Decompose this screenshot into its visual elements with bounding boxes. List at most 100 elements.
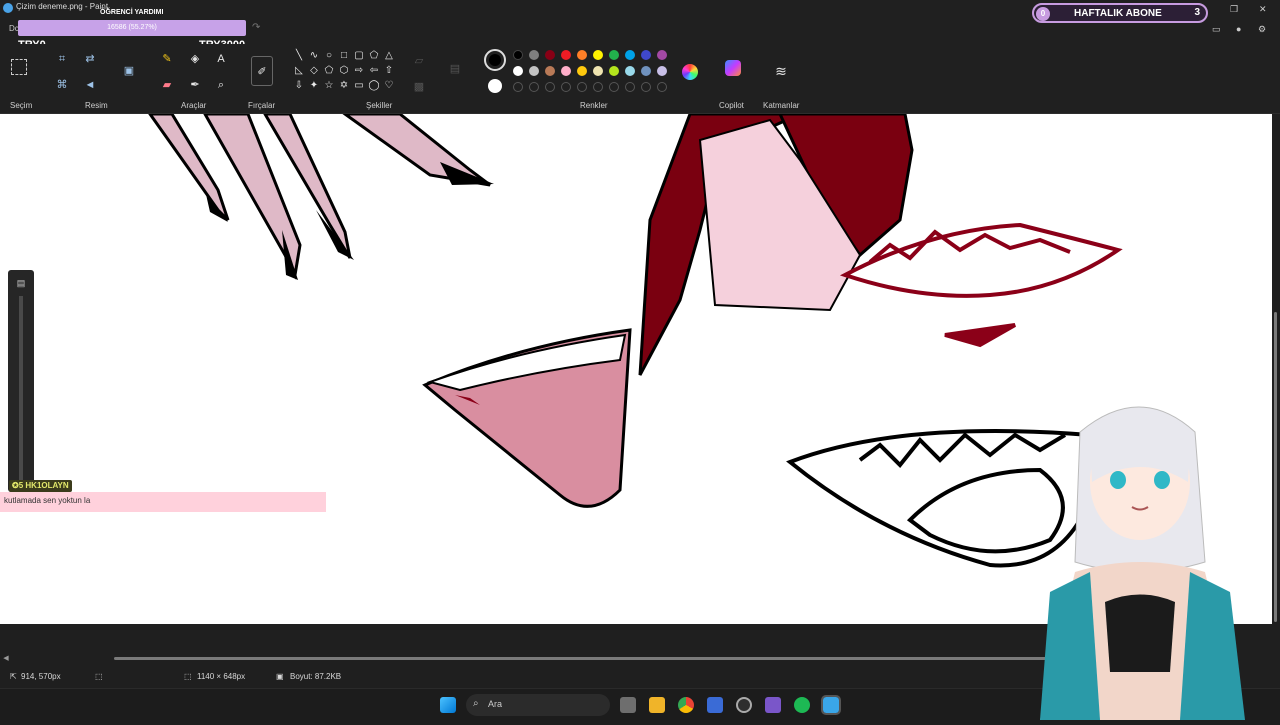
obs-icon[interactable] bbox=[736, 697, 752, 713]
shape-style-icon[interactable]: ▤ bbox=[448, 62, 462, 76]
scroll-left-icon[interactable]: ◀ bbox=[2, 652, 10, 662]
pencil-icon[interactable]: ✎ bbox=[160, 52, 174, 66]
right-arrow-shape-icon[interactable]: ⇨ bbox=[353, 65, 365, 77]
down-arrow-shape-icon[interactable]: ⇩ bbox=[293, 80, 305, 92]
custom-color-slot-2[interactable] bbox=[545, 82, 555, 92]
custom-color-slot-3[interactable] bbox=[561, 82, 571, 92]
custom-color-slot-0[interactable] bbox=[513, 82, 523, 92]
custom-color-slot-7[interactable] bbox=[625, 82, 635, 92]
color-light-swatch-6[interactable] bbox=[609, 66, 619, 76]
color-swatch-3[interactable] bbox=[561, 50, 571, 60]
custom-color-slot-6[interactable] bbox=[609, 82, 619, 92]
zoom-slider-handle-icon[interactable]: ▤ bbox=[14, 276, 28, 290]
rectangle-shape-icon[interactable]: □ bbox=[338, 50, 350, 62]
task-view-icon[interactable] bbox=[620, 697, 636, 713]
copilot-icon[interactable] bbox=[725, 60, 741, 76]
triangle-shape-icon[interactable]: △ bbox=[383, 50, 395, 62]
primary-color-ring[interactable] bbox=[484, 49, 506, 71]
zoom-track[interactable] bbox=[19, 296, 23, 486]
color-light-swatch-7[interactable] bbox=[625, 66, 635, 76]
goal-label: HAFTALIK ABONE bbox=[1074, 8, 1162, 19]
secondary-color[interactable] bbox=[488, 79, 502, 93]
diamond-shape-icon[interactable]: ◇ bbox=[308, 65, 320, 77]
color-light-swatch-9[interactable] bbox=[657, 66, 667, 76]
canvas-size-icon: ⬚ bbox=[184, 672, 192, 681]
fill-icon[interactable]: ◈ bbox=[188, 52, 202, 66]
select-icon[interactable] bbox=[11, 59, 27, 75]
color-swatch-9[interactable] bbox=[657, 50, 667, 60]
outline-icon[interactable]: ▱ bbox=[412, 54, 426, 68]
chat-message: kutlamada sen yoktun la bbox=[0, 492, 326, 512]
color-swatch-2[interactable] bbox=[545, 50, 555, 60]
chrome-icon[interactable] bbox=[678, 697, 694, 713]
custom-color-slot-9[interactable] bbox=[657, 82, 667, 92]
layers-icon[interactable]: ≋ bbox=[774, 64, 788, 78]
four-star-shape-icon[interactable]: ✦ bbox=[308, 80, 320, 92]
color-light-swatch-2[interactable] bbox=[545, 66, 555, 76]
rounded-rect-shape-icon[interactable]: ▢ bbox=[353, 50, 365, 62]
custom-color-slot-5[interactable] bbox=[593, 82, 603, 92]
color-light-swatch-4[interactable] bbox=[577, 66, 587, 76]
polygon-shape-icon[interactable]: ⬠ bbox=[368, 50, 380, 62]
pentagon-shape-icon[interactable]: ⬠ bbox=[323, 65, 335, 77]
custom-color-slot-1[interactable] bbox=[529, 82, 539, 92]
restore-icon[interactable]: ❐ bbox=[1230, 4, 1238, 15]
close-icon[interactable]: ✕ bbox=[1259, 4, 1267, 15]
color-swatch-0[interactable] bbox=[513, 50, 523, 60]
color-swatch-6[interactable] bbox=[609, 50, 619, 60]
color-picker-icon[interactable]: ✒ bbox=[188, 78, 202, 92]
color-swatch-4[interactable] bbox=[577, 50, 587, 60]
oval-shape-icon[interactable]: ○ bbox=[323, 50, 335, 62]
crop-icon[interactable]: ⌗ bbox=[55, 52, 69, 66]
brush-icon[interactable]: ✐ bbox=[251, 56, 273, 86]
five-star-shape-icon[interactable]: ☆ bbox=[323, 80, 335, 92]
account-icon[interactable]: ● bbox=[1236, 24, 1241, 34]
color-light-swatch-1[interactable] bbox=[529, 66, 539, 76]
taskbar-search[interactable]: ⌕ Ara bbox=[466, 694, 610, 716]
callout-rect-shape-icon[interactable]: ▭ bbox=[353, 80, 365, 92]
feedback-icon[interactable]: ▭ bbox=[1212, 24, 1221, 35]
horizontal-scrollbar[interactable] bbox=[114, 657, 1114, 660]
edit-colors-icon[interactable] bbox=[682, 64, 698, 80]
color-light-swatch-3[interactable] bbox=[561, 66, 571, 76]
callout-oval-shape-icon[interactable]: ◯ bbox=[368, 80, 380, 92]
paint-icon[interactable] bbox=[821, 695, 841, 715]
color-swatch-1[interactable] bbox=[529, 50, 539, 60]
resize-icon[interactable]: ⇄ bbox=[83, 52, 97, 66]
up-arrow-shape-icon[interactable]: ⇧ bbox=[383, 65, 395, 77]
line-shape-icon[interactable]: ╲ bbox=[293, 50, 305, 62]
ribbon-toolbar: Seçim ⌗ ⇄ ⌘ ◄ ▣ Resim ✎ ◈ A ▰ ✒ ⌕ Araçla… bbox=[0, 44, 1280, 114]
curve-shape-icon[interactable]: ∿ bbox=[308, 50, 320, 62]
color-swatch-8[interactable] bbox=[641, 50, 651, 60]
custom-color-slot-4[interactable] bbox=[577, 82, 587, 92]
fill-shape-icon[interactable]: ▩ bbox=[412, 80, 426, 94]
visual-studio-icon[interactable] bbox=[765, 697, 781, 713]
left-arrow-shape-icon[interactable]: ⇦ bbox=[368, 65, 380, 77]
color-light-swatch-0[interactable] bbox=[513, 66, 523, 76]
redo-icon[interactable]: ↷ bbox=[252, 22, 260, 33]
magnifier-icon[interactable]: ⌕ bbox=[214, 78, 228, 92]
color-swatch-5[interactable] bbox=[593, 50, 603, 60]
color-light-swatch-5[interactable] bbox=[593, 66, 603, 76]
hexagon-shape-icon[interactable]: ⬡ bbox=[338, 65, 350, 77]
file-explorer-icon[interactable] bbox=[649, 697, 665, 713]
heart-shape-icon[interactable]: ♡ bbox=[383, 80, 395, 92]
settings-icon[interactable] bbox=[707, 697, 723, 713]
zoom-slider[interactable]: ▤ bbox=[8, 270, 34, 492]
goal-target: 3 bbox=[1194, 7, 1200, 18]
rotate-icon[interactable]: ◄ bbox=[83, 78, 97, 92]
image-select-icon[interactable]: ⌘ bbox=[55, 78, 69, 92]
text-icon[interactable]: A bbox=[214, 52, 228, 66]
eraser-icon[interactable]: ▰ bbox=[160, 78, 174, 92]
six-star-shape-icon[interactable]: ✡ bbox=[338, 80, 350, 92]
windows-start-icon[interactable] bbox=[440, 697, 456, 713]
spotify-icon[interactable] bbox=[794, 697, 810, 713]
vertical-scrollbar[interactable] bbox=[1274, 312, 1277, 622]
background-remove-icon[interactable]: ▣ bbox=[122, 64, 136, 78]
settings-icon[interactable]: ⚙ bbox=[1258, 24, 1266, 35]
custom-color-slot-8[interactable] bbox=[641, 82, 651, 92]
color-swatch-7[interactable] bbox=[625, 50, 635, 60]
right-triangle-shape-icon[interactable]: ◺ bbox=[293, 65, 305, 77]
color-light-swatch-8[interactable] bbox=[641, 66, 651, 76]
search-icon: ⌕ bbox=[473, 698, 479, 709]
